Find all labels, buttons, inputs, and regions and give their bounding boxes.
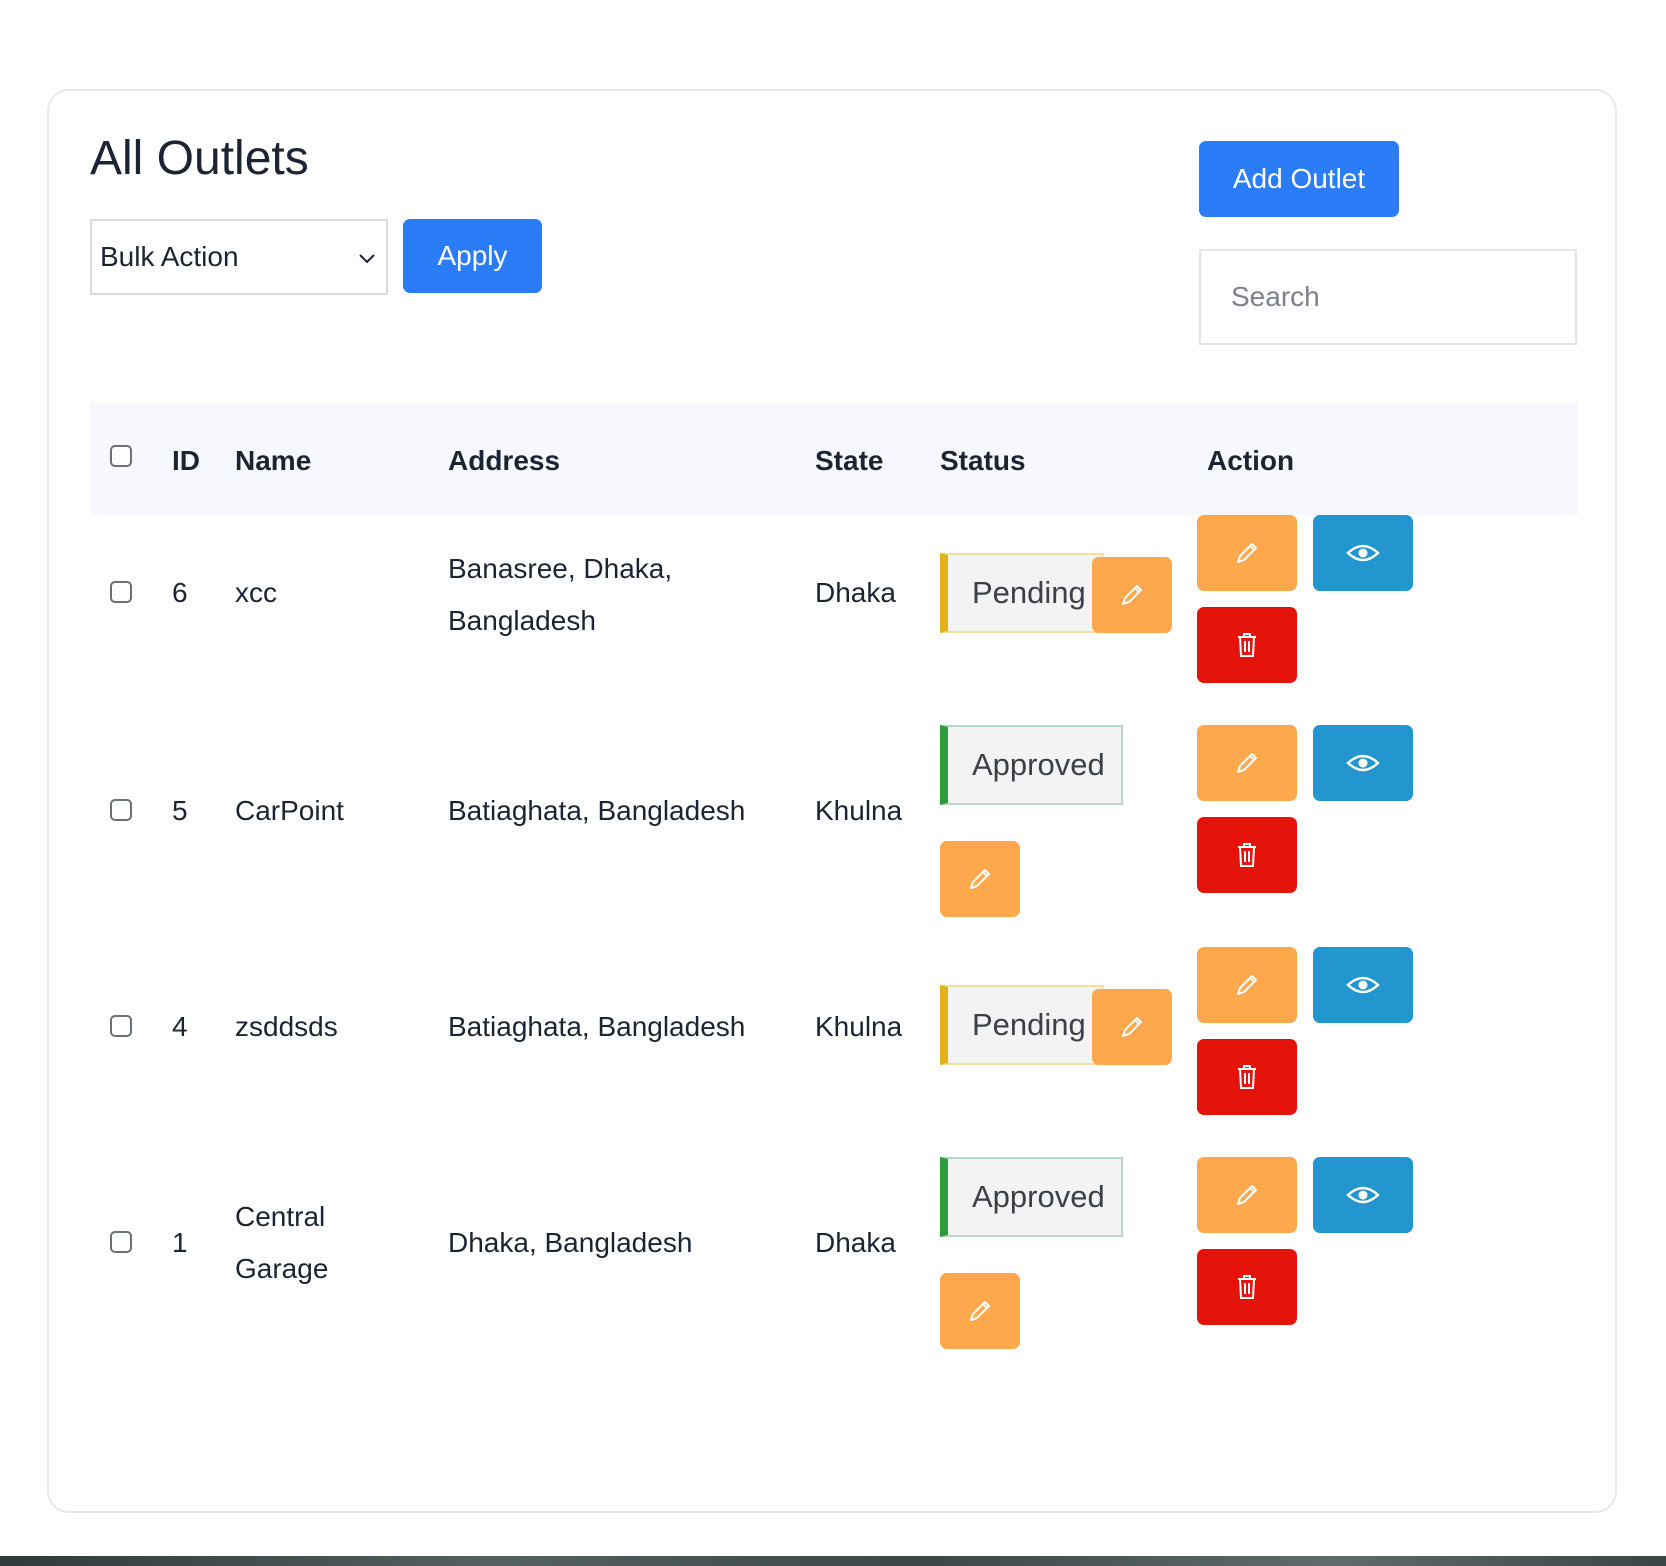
page-title: All Outlets — [90, 132, 309, 185]
column-header-id: ID — [172, 445, 200, 476]
trash-icon — [1238, 843, 1256, 867]
status-badge: Pending — [940, 553, 1104, 633]
row-checkbox[interactable] — [110, 581, 132, 603]
trash-icon — [1238, 633, 1256, 657]
delete-button[interactable] — [1197, 607, 1297, 683]
eye-icon — [1346, 754, 1380, 772]
column-header-name: Name — [235, 445, 312, 476]
chevron-down-icon — [359, 254, 375, 264]
status-edit-button[interactable] — [1092, 989, 1172, 1065]
apply-button[interactable]: Apply — [403, 219, 542, 293]
eye-icon — [1346, 1186, 1380, 1204]
edit-button[interactable] — [1197, 725, 1297, 801]
status-edit-button[interactable] — [1092, 557, 1172, 633]
background-image-strip — [0, 1556, 1666, 1566]
cell-address: Batiaghata, Bangladesh — [448, 1011, 746, 1042]
cell-address: Banasree, Dhaka, Bangladesh — [448, 553, 673, 636]
pencil-icon — [1122, 1017, 1142, 1037]
column-header-status: Status — [940, 445, 1026, 476]
cell-state: Dhaka — [815, 1227, 896, 1258]
cell-id: 5 — [172, 795, 188, 826]
pencil-icon — [1122, 585, 1142, 605]
pencil-icon — [1237, 543, 1257, 563]
outlets-card: All Outlets Bulk Action Apply Add Outlet… — [47, 89, 1617, 1513]
status-edit-button[interactable] — [940, 1273, 1020, 1349]
status-badge: Approved — [940, 725, 1123, 805]
status-badge: Approved — [940, 1157, 1123, 1237]
pencil-icon — [1237, 753, 1257, 773]
cell-id: 6 — [172, 577, 188, 608]
row-checkbox[interactable] — [110, 799, 132, 821]
cell-address: Dhaka, Bangladesh — [448, 1227, 693, 1258]
cell-name: CarPoint — [235, 795, 344, 826]
cell-id: 1 — [172, 1227, 188, 1258]
pencil-icon — [970, 869, 990, 889]
column-header-state: State — [815, 445, 884, 476]
pencil-icon — [970, 1301, 990, 1321]
search-input[interactable] — [1199, 249, 1577, 345]
view-button[interactable] — [1313, 515, 1413, 591]
edit-button[interactable] — [1197, 947, 1297, 1023]
table-row: 6 xcc Banasree, Dhaka, Bangladesh Dhaka … — [90, 515, 1578, 719]
table-header: ID Name Address State Status Action — [90, 403, 1578, 515]
view-button[interactable] — [1313, 725, 1413, 801]
table-row: 5 CarPoint Batiaghata, Bangladesh Khulna… — [90, 725, 1578, 935]
cell-state: Dhaka — [815, 577, 896, 608]
cell-name: xcc — [235, 577, 277, 608]
cell-name: zsddsds — [235, 1011, 338, 1042]
bulk-action-select[interactable]: Bulk Action — [90, 219, 388, 295]
cell-state: Khulna — [815, 795, 903, 826]
edit-button[interactable] — [1197, 1157, 1297, 1233]
add-outlet-button[interactable]: Add Outlet — [1199, 141, 1399, 217]
view-button[interactable] — [1313, 947, 1413, 1023]
table-row: 1 Central Garage Dhaka, Bangladesh Dhaka… — [90, 1157, 1578, 1367]
delete-button[interactable] — [1197, 1249, 1297, 1325]
eye-icon — [1346, 544, 1380, 562]
cell-state: Khulna — [815, 1011, 903, 1042]
view-button[interactable] — [1313, 1157, 1413, 1233]
delete-button[interactable] — [1197, 1039, 1297, 1115]
table-row: 4 zsddsds Batiaghata, Bangladesh Khulna … — [90, 947, 1578, 1151]
column-header-address: Address — [448, 445, 561, 476]
trash-icon — [1238, 1065, 1256, 1089]
status-badge: Pending — [940, 985, 1104, 1065]
bulk-action-selected-value: Bulk Action — [100, 241, 239, 272]
pencil-icon — [1237, 975, 1257, 995]
row-checkbox[interactable] — [110, 1231, 132, 1253]
eye-icon — [1346, 976, 1380, 994]
cell-name: Central Garage — [235, 1201, 329, 1284]
row-checkbox[interactable] — [110, 1015, 132, 1037]
edit-button[interactable] — [1197, 515, 1297, 591]
column-header-action: Action — [1207, 445, 1295, 476]
trash-icon — [1238, 1275, 1256, 1299]
pencil-icon — [1237, 1185, 1257, 1205]
delete-button[interactable] — [1197, 817, 1297, 893]
cell-id: 4 — [172, 1011, 188, 1042]
status-edit-button[interactable] — [940, 841, 1020, 917]
select-all-checkbox[interactable] — [110, 445, 132, 467]
cell-address: Batiaghata, Bangladesh — [448, 795, 746, 826]
